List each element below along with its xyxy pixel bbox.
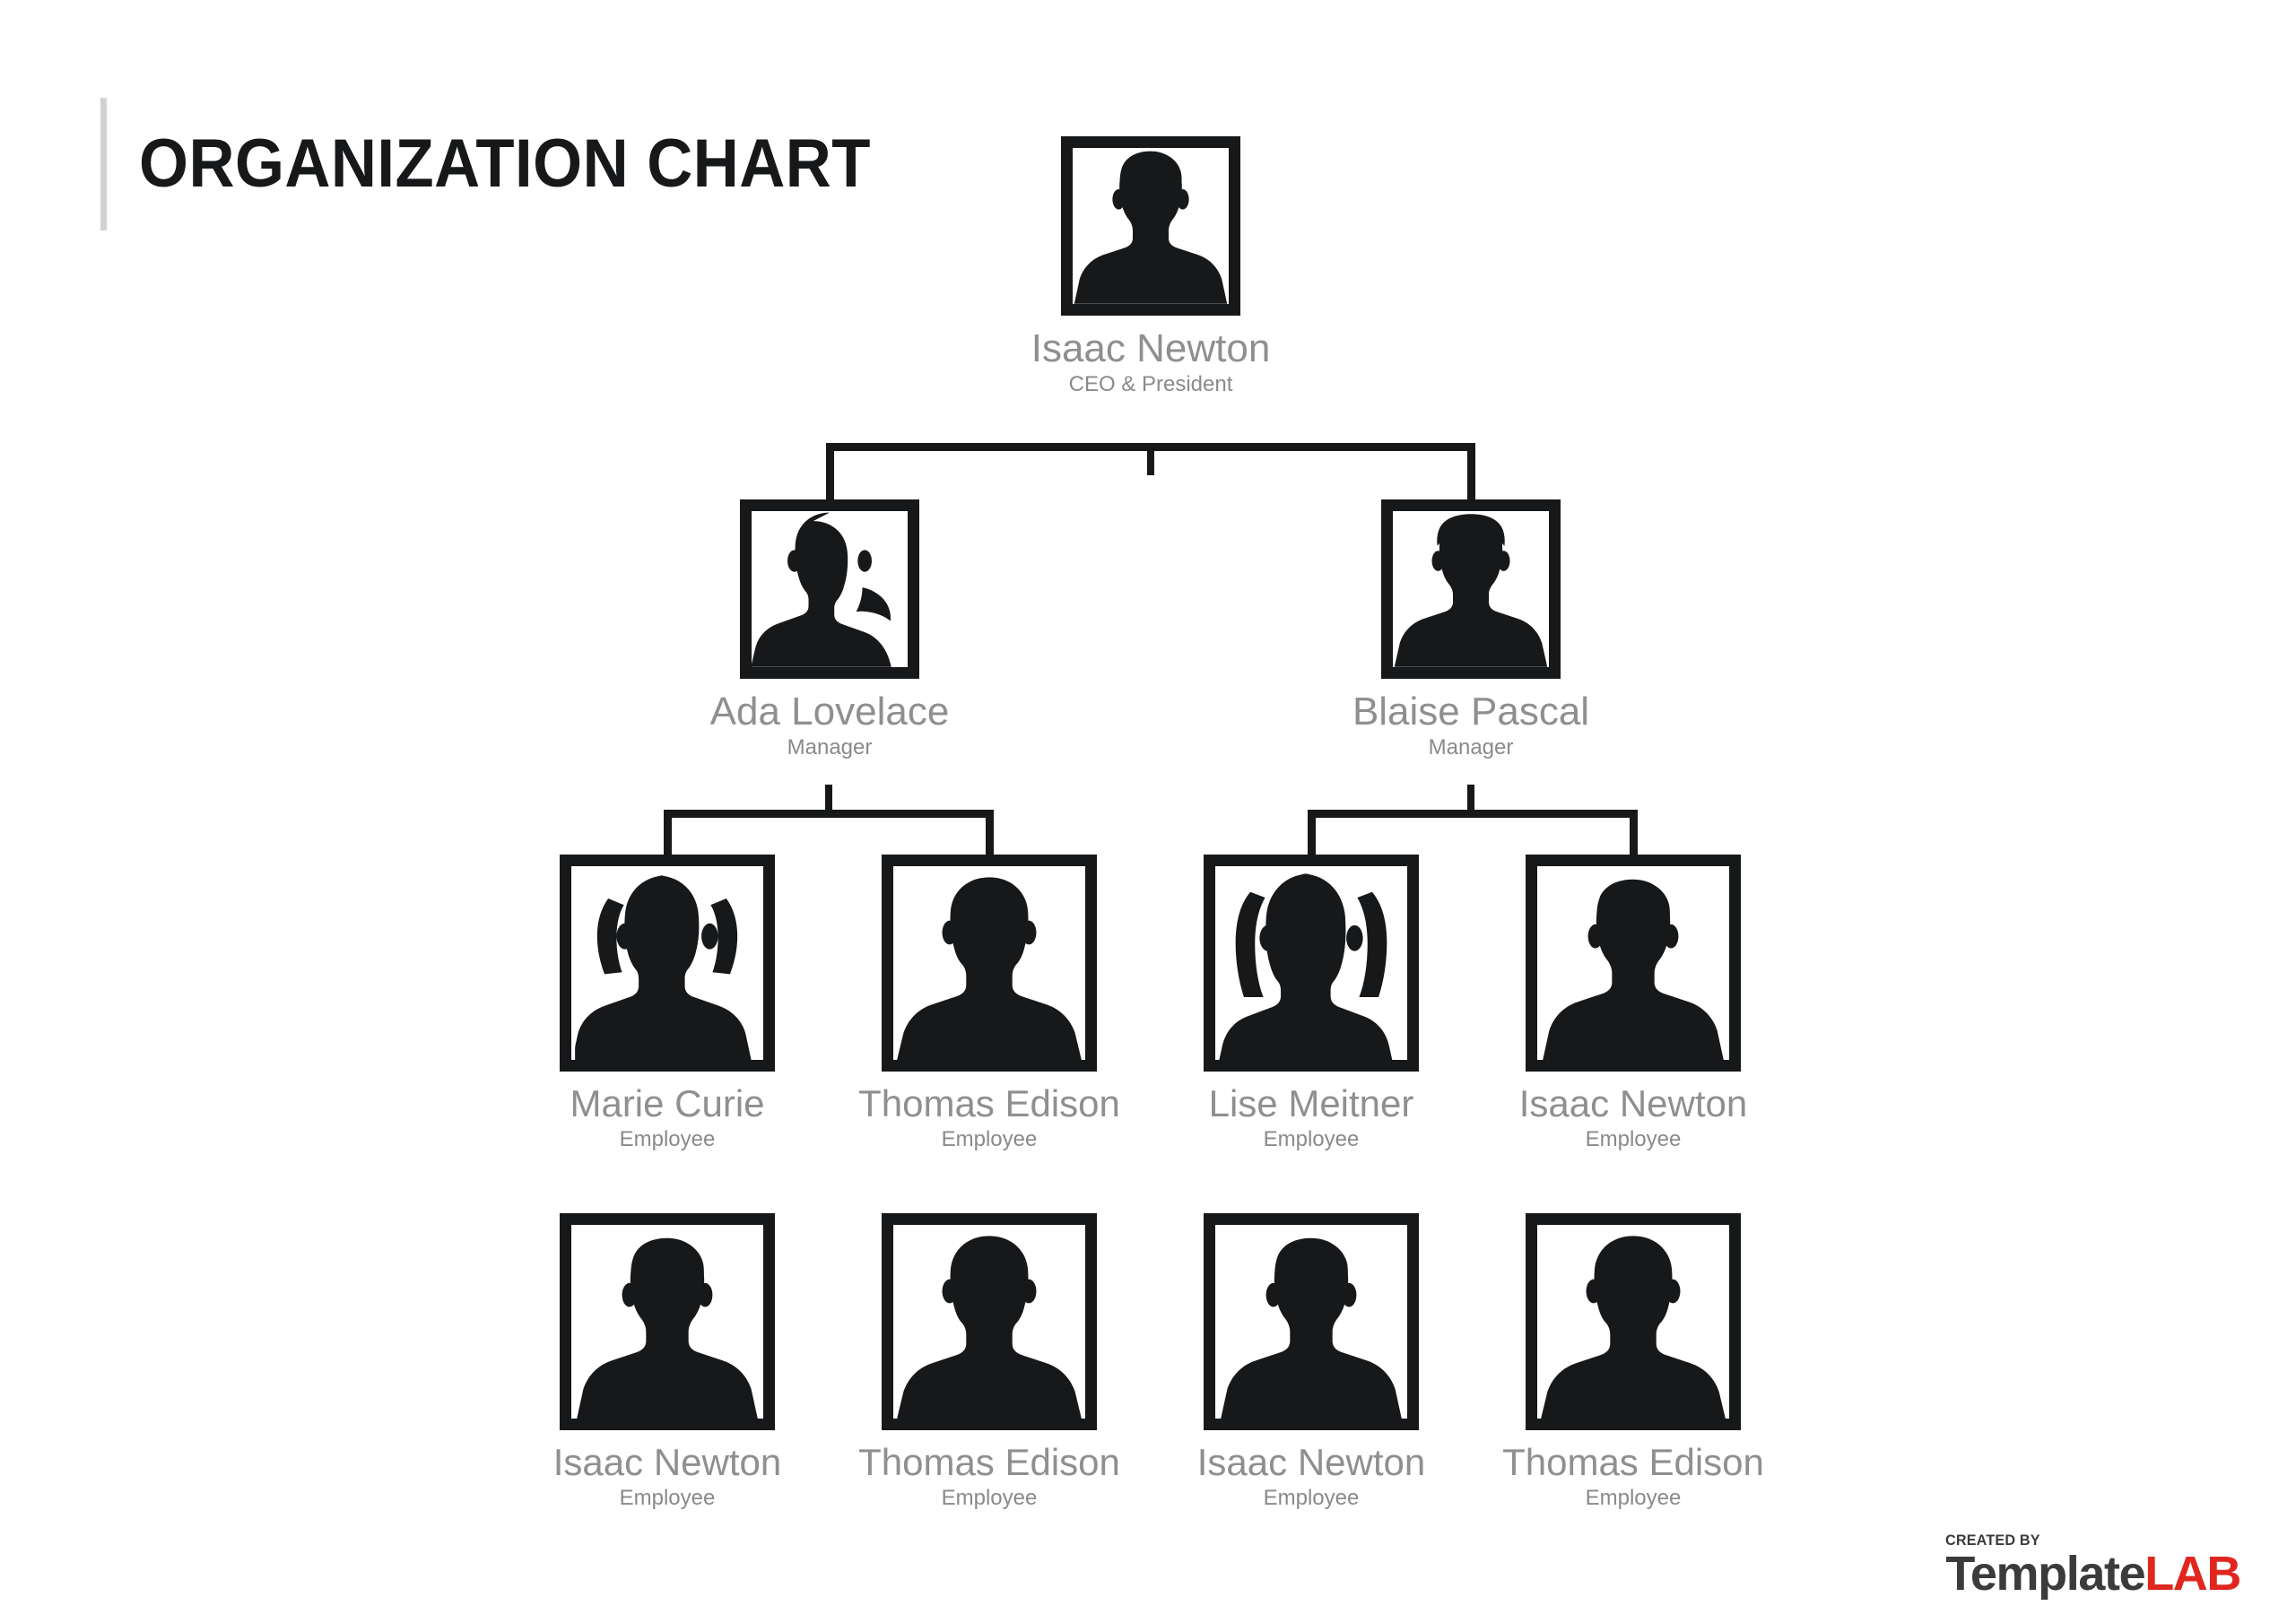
avatar-photo xyxy=(1215,866,1407,1060)
node-role: Employee xyxy=(1263,1127,1360,1152)
logo-created-by-label: CREATED BY xyxy=(1945,1532,2041,1549)
org-node-employee-2[interactable]: Thomas Edison Employee xyxy=(858,855,1120,1152)
node-name: Isaac Newton xyxy=(1031,326,1271,370)
org-node-employee-8[interactable]: Thomas Edison Employee xyxy=(1502,1213,1764,1511)
org-node-employee-4[interactable]: Isaac Newton Employee xyxy=(1519,855,1747,1152)
avatar-photo xyxy=(1393,511,1549,667)
woman-ponytail-silhouette-icon xyxy=(752,511,908,667)
org-node-ceo[interactable]: Isaac Newton CEO & President xyxy=(1031,136,1270,397)
logo-lab-text: LAB xyxy=(2144,1547,2241,1601)
man-bald-silhouette-icon xyxy=(895,1225,1083,1419)
templatelab-logo[interactable]: CREATED BY TemplateLAB xyxy=(1945,1532,2241,1601)
node-name: Lise Meitner xyxy=(1208,1082,1414,1124)
node-name: Isaac Newton xyxy=(552,1441,782,1483)
node-role: CEO & President xyxy=(1068,372,1233,397)
node-role: Employee xyxy=(619,1486,716,1511)
avatar-photo xyxy=(1073,148,1229,304)
man-bald-silhouette-icon xyxy=(1539,1225,1727,1419)
avatar-photo xyxy=(893,1225,1085,1419)
woman-bob-hair-silhouette-icon xyxy=(573,866,761,1060)
avatar-photo xyxy=(1537,866,1729,1060)
avatar-frame xyxy=(560,1213,775,1430)
org-node-employee-6[interactable]: Thomas Edison Employee xyxy=(858,1213,1120,1511)
logo-template-text: Template xyxy=(1945,1547,2145,1601)
man-curly-hair-silhouette-icon xyxy=(1539,866,1727,1060)
avatar-photo xyxy=(571,1225,763,1419)
node-role: Employee xyxy=(619,1127,716,1152)
avatar-photo xyxy=(893,866,1085,1060)
avatar-frame xyxy=(882,855,1097,1072)
node-role: Employee xyxy=(1585,1486,1682,1511)
avatar-frame xyxy=(740,499,919,679)
man-curly-hair-silhouette-icon xyxy=(1073,148,1229,304)
connector-mgr2-horizontal xyxy=(1308,810,1638,818)
connector-mgr2-stem xyxy=(1467,785,1474,812)
man-bald-silhouette-icon xyxy=(895,866,1083,1060)
avatar-photo xyxy=(752,511,908,667)
woman-long-hair-silhouette-icon xyxy=(1217,866,1405,1060)
node-role: Employee xyxy=(941,1127,1038,1152)
org-node-manager-1[interactable]: Ada Lovelace Manager xyxy=(710,499,949,760)
node-name: Marie Curie xyxy=(570,1082,765,1124)
page-title-block: ORGANIZATION CHART xyxy=(100,97,926,231)
avatar-frame xyxy=(1061,136,1240,316)
org-node-employee-5[interactable]: Isaac Newton Employee xyxy=(553,1213,781,1511)
title-accent-bar xyxy=(100,98,107,230)
node-name: Ada Lovelace xyxy=(709,690,950,733)
organization-chart-page: ORGANIZATION CHART Isaac Newton CEO & Pr… xyxy=(0,0,2296,1623)
org-node-employee-1[interactable]: Marie Curie Employee xyxy=(560,855,775,1151)
avatar-photo xyxy=(1215,1225,1407,1419)
avatar-frame xyxy=(1526,1213,1741,1430)
org-node-employee-7[interactable]: Isaac Newton Employee xyxy=(1197,1213,1425,1511)
logo-wordmark: TemplateLAB xyxy=(1945,1547,2241,1601)
node-role: Employee xyxy=(1585,1127,1682,1152)
avatar-photo xyxy=(571,866,763,1060)
org-node-employee-3[interactable]: Lise Meitner Employee xyxy=(1204,855,1419,1151)
avatar-frame xyxy=(1526,855,1741,1072)
node-name: Isaac Newton xyxy=(1196,1441,1426,1483)
avatar-frame xyxy=(882,1213,1097,1430)
node-name: Isaac Newton xyxy=(1518,1082,1748,1124)
avatar-frame xyxy=(1204,1213,1419,1430)
avatar-frame xyxy=(560,855,775,1072)
man-short-hair-silhouette-icon xyxy=(1393,511,1549,667)
avatar-frame xyxy=(1204,855,1419,1072)
node-role: Employee xyxy=(1263,1486,1360,1511)
node-role: Employee xyxy=(941,1486,1038,1511)
avatar-frame xyxy=(1381,499,1561,679)
node-role: Manager xyxy=(787,735,873,760)
node-name: Blaise Pascal xyxy=(1352,690,1590,733)
node-role: Manager xyxy=(1428,735,1514,760)
connector-ceo-horizontal xyxy=(826,443,1475,451)
org-node-manager-2[interactable]: Blaise Pascal Manager xyxy=(1352,499,1589,760)
connector-mgr1-stem xyxy=(825,785,832,812)
node-name: Thomas Edison xyxy=(1502,1441,1764,1483)
avatar-photo xyxy=(1537,1225,1729,1419)
node-name: Thomas Edison xyxy=(858,1082,1120,1124)
man-curly-hair-silhouette-icon xyxy=(573,1225,761,1419)
connector-mgr1-horizontal xyxy=(664,810,994,818)
node-name: Thomas Edison xyxy=(858,1441,1120,1483)
man-curly-hair-silhouette-icon xyxy=(1217,1225,1405,1419)
page-title: ORGANIZATION CHART xyxy=(139,126,871,202)
